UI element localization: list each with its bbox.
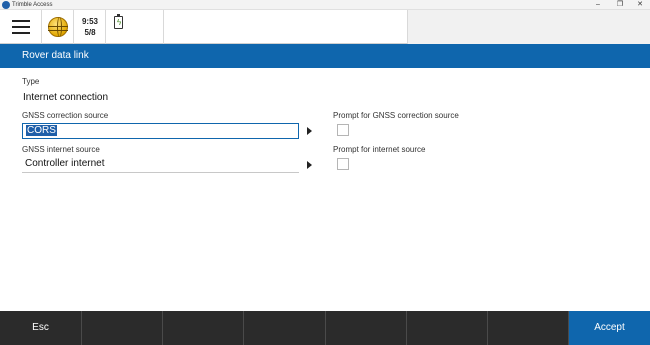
clock-time: 9:53	[81, 17, 98, 26]
close-button[interactable]: ✕	[630, 0, 650, 10]
page-title: Rover data link	[22, 50, 89, 61]
app-icon	[2, 1, 10, 9]
gnss-internet-field[interactable]: Controller internet	[22, 157, 299, 173]
menu-button[interactable]	[0, 10, 42, 44]
battery-status-button[interactable]: ϟ	[106, 10, 164, 44]
globe-icon	[48, 17, 68, 37]
esc-label: Esc	[32, 322, 49, 333]
gnss-internet-arrow-button[interactable]	[302, 157, 316, 173]
gnss-correction-field[interactable]: CORS	[22, 123, 299, 139]
status-toolbar: 9:53 5/8 ϟ	[0, 10, 650, 44]
gnss-internet-label: GNSS internet source	[22, 145, 100, 154]
softkey-empty-6[interactable]	[488, 311, 569, 345]
gnss-correction-label: GNSS correction source	[22, 111, 109, 120]
gnss-correction-arrow-button[interactable]	[302, 123, 316, 139]
satellite-count: 5/8	[84, 28, 96, 37]
minimize-button[interactable]: –	[588, 0, 608, 10]
gnss-internet-value: Controller internet	[25, 158, 105, 169]
accept-button[interactable]: Accept	[569, 311, 650, 345]
softkey-bar: Esc Accept	[0, 311, 650, 345]
internet-status-button[interactable]	[42, 10, 74, 44]
toolbar-empty-area	[407, 10, 650, 44]
type-label: Type	[22, 77, 40, 86]
softkey-empty-1[interactable]	[82, 311, 163, 345]
prompt-correction-checkbox[interactable]	[337, 124, 349, 136]
battery-charging-icon: ϟ	[114, 14, 123, 29]
time-satellites-button[interactable]: 9:53 5/8	[74, 10, 106, 44]
esc-button[interactable]: Esc	[0, 311, 82, 345]
prompt-internet-label: Prompt for internet source	[333, 145, 426, 154]
prompt-internet-checkbox[interactable]	[337, 158, 349, 170]
type-value: Internet connection	[23, 92, 109, 103]
softkey-empty-3[interactable]	[244, 311, 326, 345]
softkey-empty-4[interactable]	[326, 311, 407, 345]
softkey-empty-5[interactable]	[407, 311, 488, 345]
page-header: Rover data link	[0, 44, 650, 68]
softkey-empty-2[interactable]	[163, 311, 244, 345]
hamburger-menu-icon	[12, 20, 30, 34]
gnss-correction-value: CORS	[26, 125, 57, 136]
window-title: Trimble Access	[12, 2, 53, 8]
prompt-correction-label: Prompt for GNSS correction source	[333, 111, 459, 120]
accept-label: Accept	[594, 322, 625, 333]
maximize-button[interactable]: ❐	[610, 0, 630, 10]
window-title-bar: Trimble Access – ❐ ✕	[0, 0, 650, 10]
